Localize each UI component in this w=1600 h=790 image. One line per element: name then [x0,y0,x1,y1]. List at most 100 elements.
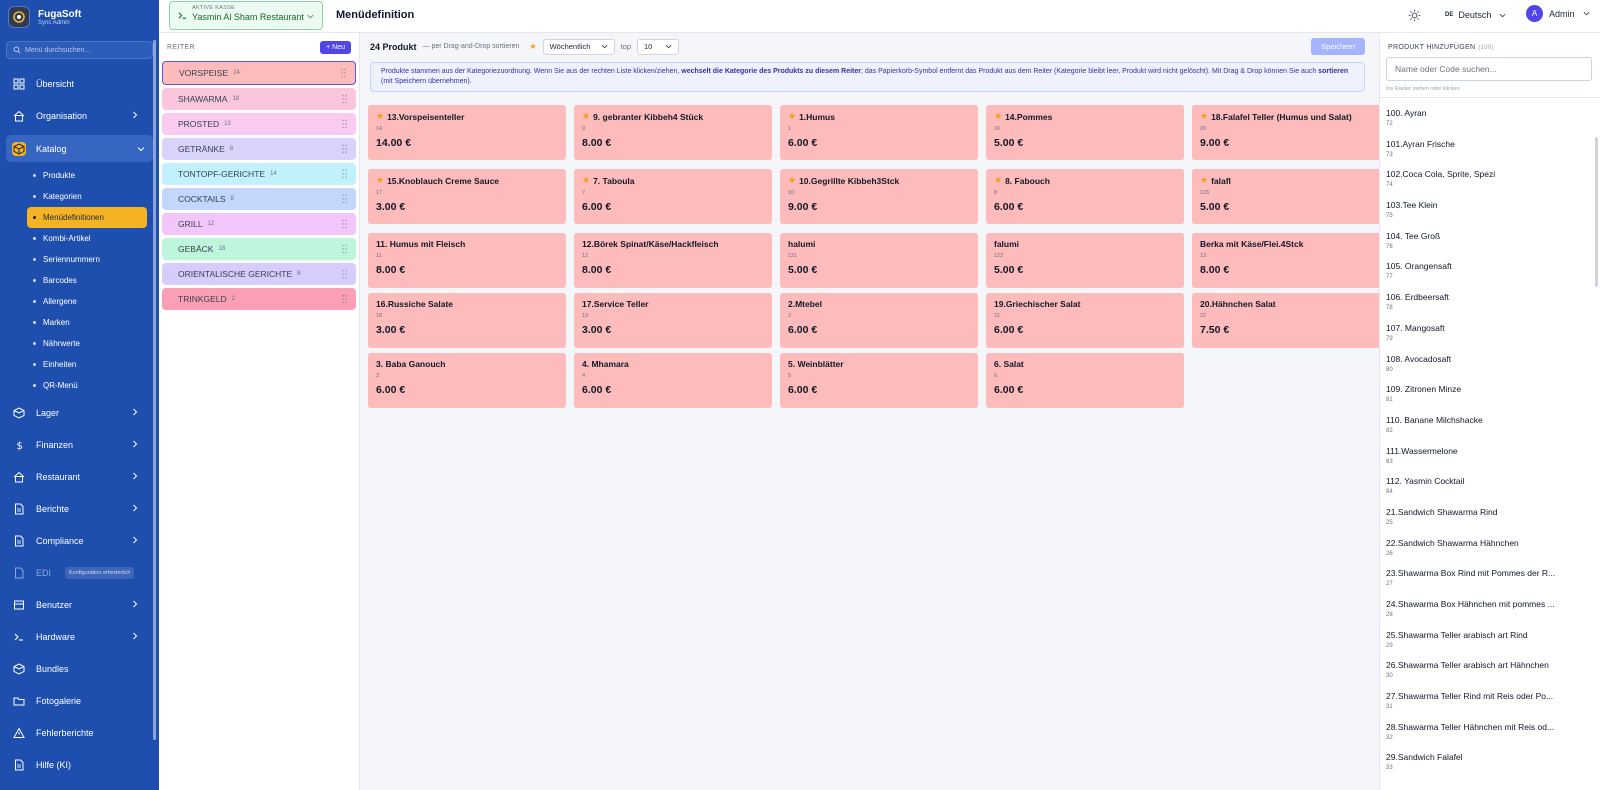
sidebar-subitem-barcodes[interactable]: Barcodes [27,270,147,291]
drag-handle-icon[interactable] [342,294,347,304]
product-card[interactable]: falumi 122 5.00 € [986,233,1184,288]
available-product-item[interactable]: 25.Shawarma Teller arabisch art Rind 29 [1386,626,1600,657]
user-menu[interactable]: A Admin [1526,5,1590,22]
sidebar-item-berichte[interactable]: Berichte [0,493,159,525]
sidebar-item-fehlerberichte[interactable]: Fehlerberichte [0,717,159,749]
product-card[interactable]: 16.Russiche Salate 18 3.00 € [368,293,566,348]
available-product-item[interactable]: 104. Tee Groß 76 [1386,227,1600,258]
drag-handle-icon[interactable] [342,119,347,129]
sidebar-item-lager[interactable]: Lager [0,397,159,429]
sidebar-item-compliance[interactable]: Compliance [0,525,159,557]
available-product-item[interactable]: 111.Wassermelone 83 [1386,442,1600,473]
sidebar-subitem-einheiten[interactable]: Einheiten [27,354,147,375]
available-product-item[interactable]: 103.Tee Klein 75 [1386,196,1600,227]
product-card[interactable]: 19.Griechischer Salat 21 6.00 € [986,293,1184,348]
product-card[interactable]: 11. Humus mit Fleisch 11 8.00 € [368,233,566,288]
sidebar-item-finanzen[interactable]: $ Finanzen [0,429,159,461]
available-product-item[interactable]: 106. Erdbeersaft 78 [1386,288,1600,319]
available-product-item[interactable]: 112. Yasmin Cocktail 84 [1386,472,1600,503]
sidebar-subitem-kombi-artikel[interactable]: Kombi-Artikel [27,228,147,249]
product-card[interactable]: 3. Baba Ganouch 3 6.00 € [368,353,566,408]
reiter-tab-getranke[interactable]: GETRÄNKE 8 [162,138,356,160]
drag-handle-icon[interactable] [342,269,347,279]
product-search-input[interactable]: Name oder Code suchen... [1386,57,1592,81]
product-card[interactable]: ★ 10.Gegrillte Kibbeh3Stck 10 9.00 € [780,169,978,224]
sidebar-item-katalog[interactable]: Katalog [6,135,153,162]
reiter-tab-orientalische-gerichte[interactable]: ORIENTALISCHE GERICHTE 8 [162,263,356,285]
sidebar-scrollbar[interactable] [153,40,156,740]
product-card[interactable]: 17.Service Teller 19 3.00 € [574,293,772,348]
available-product-item[interactable]: 107. Mangosaft 79 [1386,319,1600,350]
sidebar-subitem-marken[interactable]: Marken [27,312,147,333]
available-product-item[interactable]: 27.Shawarma Teller Rind mit Reis oder Po… [1386,687,1600,718]
product-card[interactable]: Berka mit Käse/Flei.4Stck 13 8.00 € [1192,233,1390,288]
sidebar-subitem-produkte[interactable]: Produkte [27,165,147,186]
drag-handle-icon[interactable] [342,219,347,229]
available-product-item[interactable]: 100. Ayran 72 [1386,104,1600,135]
sidebar-item-edi[interactable]: EDI Konfiguration erforderlich [0,557,159,589]
reiter-tab-tontopf-gerichte[interactable]: TONTOPF-GERICHTE 14 [162,163,356,185]
available-product-item[interactable]: 105. Orangensaft 77 [1386,257,1600,288]
product-card[interactable]: ★ 9. gebranter Kibbeh4 Stück 9 8.00 € [574,105,772,160]
top-select[interactable]: 10 [637,38,679,55]
available-product-item[interactable]: 29.Sandwich Falafel 33 [1386,748,1600,779]
available-product-item[interactable]: 23.Shawarma Box Rind mit Pommes der R...… [1386,564,1600,595]
menu-search-input[interactable]: Menü durchsuchen... [6,41,153,59]
sidebar-item-ubersicht[interactable]: Übersicht [0,68,159,100]
sidebar-item-restaurant[interactable]: Restaurant [0,461,159,493]
available-product-item[interactable]: 24.Shawarma Box Hähnchen mit pommes ... 2… [1386,595,1600,626]
active-register-selector[interactable]: AKTIVE KASSE Yasmin Al Sham Restaurant [169,1,323,30]
product-card[interactable]: 6. Salat 6 6.00 € [986,353,1184,408]
drag-handle-icon[interactable] [342,194,347,204]
available-product-item[interactable]: 110. Banane Milchshacke 82 [1386,411,1600,442]
product-card[interactable]: ★ 13.Vorspeisenteller 14 14.00 € [368,105,566,160]
period-select[interactable]: Wöchentlich [542,38,615,55]
product-card[interactable]: ★ 15.Knoblauch Creme Sauce 17 3.00 € [368,169,566,224]
save-button[interactable]: Speichern [1311,38,1365,55]
reiter-tab-shawarma[interactable]: SHAWARMA 18 [162,88,356,110]
available-product-item[interactable]: 22.Sandwich Shawarma Hähnchen 26 [1386,534,1600,565]
product-card[interactable]: 5. Weinblätter 5 6.00 € [780,353,978,408]
sidebar-item-organisation[interactable]: Organisation [0,100,159,132]
sidebar-subitem-allergene[interactable]: Allergene [27,291,147,312]
reiter-tab-geback[interactable]: GEBÄCK 18 [162,238,356,260]
sidebar-subitem-nahrwerte[interactable]: Nährwerte [27,333,147,354]
available-product-item[interactable]: 108. Avocadosaft 80 [1386,350,1600,381]
available-product-item[interactable]: 102.Coca Cola, Sprite, Spezi 74 [1386,165,1600,196]
drag-handle-icon[interactable] [341,68,346,78]
reiter-tab-grill[interactable]: GRILL 12 [162,213,356,235]
sidebar-item-bundles[interactable]: Bundles [0,653,159,685]
sidebar-item-hardware[interactable]: Hardware [0,621,159,653]
drag-handle-icon[interactable] [342,244,347,254]
product-card[interactable]: 4. Mhamara 4 6.00 € [574,353,772,408]
product-card[interactable]: ★ 14.Pommes 16 5.00 € [986,105,1184,160]
product-card[interactable]: 2.Mtebel 2 6.00 € [780,293,978,348]
sidebar-subitem-menudefinitionen[interactable]: Menüdefinitionen [27,207,147,228]
new-tab-button[interactable]: + Neu [320,40,351,54]
available-product-item[interactable]: 21.Sandwich Shawarma Rind 25 [1386,503,1600,534]
product-card[interactable]: halumi 121 5.00 € [780,233,978,288]
product-card[interactable]: ★ 7. Taboula 7 6.00 € [574,169,772,224]
product-list-scrollbar[interactable] [1595,137,1598,287]
sun-icon[interactable] [1408,9,1421,22]
drag-handle-icon[interactable] [342,94,347,104]
sidebar-subitem-seriennummern[interactable]: Seriennummern [27,249,147,270]
sidebar-subitem-qr-menu[interactable]: QR-Menü [27,375,147,396]
available-product-item[interactable]: 28.Shawarma Teller Hähnchen mit Reis od.… [1386,718,1600,749]
reiter-tab-cocktails[interactable]: COCKTAILS 8 [162,188,356,210]
sidebar-item-benutzer[interactable]: Benutzer [0,589,159,621]
reiter-tab-trinkgeld[interactable]: TRINKGELD 2 [162,288,356,310]
reiter-tab-prosted[interactable]: PROSTED 13 [162,113,356,135]
language-selector[interactable]: DE Deutsch [1445,10,1506,20]
sidebar-item-hilfe-ki[interactable]: Hilfe (KI) [0,749,159,781]
sidebar-subitem-kategorien[interactable]: Kategorien [27,186,147,207]
product-card[interactable]: ★ falafl 126 5.00 € [1192,169,1390,224]
product-card[interactable]: ★ 18.Falafel Teller (Humus und Salat) 20 9.… [1192,105,1390,160]
available-product-item[interactable]: 109. Zitronen Minze 81 [1386,380,1600,411]
reiter-tab-vorspeise[interactable]: VORSPEISE 24 [162,61,356,85]
product-card[interactable]: ★ 1.Humus 1 6.00 € [780,105,978,160]
drag-handle-icon[interactable] [342,169,347,179]
available-product-item[interactable]: 26.Shawarma Teller arabisch art Hähnchen… [1386,656,1600,687]
available-product-item[interactable]: 101.Ayran Frische 73 [1386,135,1600,166]
product-card[interactable]: 20.Hähnchen Salat 22 7.50 € [1192,293,1390,348]
